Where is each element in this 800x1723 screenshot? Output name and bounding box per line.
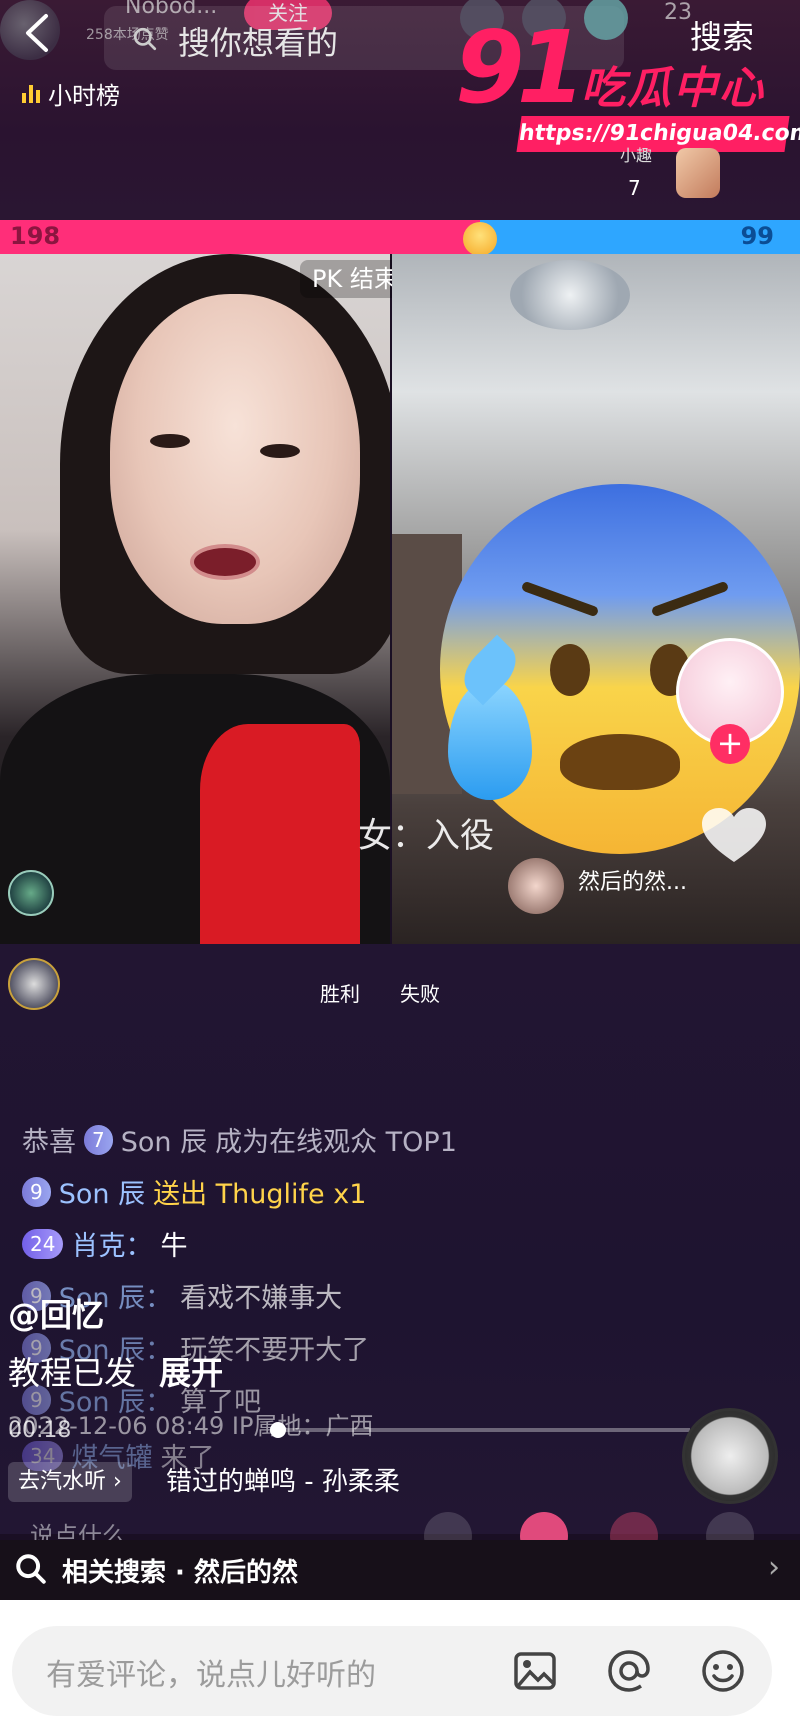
chat-message: 恭喜 7 Son 辰 成为在线观众 TOP1: [22, 1120, 457, 1159]
chat-username[interactable]: Son 辰: [59, 1172, 145, 1211]
search-placeholder: 搜你想看的: [178, 24, 339, 62]
emoji-eye: [550, 644, 590, 696]
video-then-text: 然后的然...: [578, 870, 687, 895]
hour-rank-label: 小时榜: [48, 82, 120, 110]
watermark-logo: 91 吃瓜中心 https://91chigua04.com: [455, 9, 800, 153]
streamer-face: [110, 294, 360, 624]
chat-text: 牛: [160, 1231, 188, 1262]
music-app-label: 去汽水听: [18, 1469, 107, 1494]
post-caption: 教程已发: [8, 1354, 137, 1392]
chat-username: Son 辰: [120, 1127, 208, 1158]
mention-icon[interactable]: [606, 1648, 652, 1694]
pk-outcome: 胜利 失败: [320, 978, 440, 1007]
chevron-right-icon: ›: [113, 1469, 122, 1494]
top-gift-label: 小趣: [620, 146, 653, 165]
chat-prefix: 恭喜: [22, 1127, 76, 1158]
pk-progress-bar: 198 99: [0, 220, 800, 254]
watermark-text: 吃瓜中心: [581, 63, 765, 114]
heart-icon[interactable]: [700, 806, 768, 866]
rank-bars-icon: [22, 84, 40, 103]
expand-button[interactable]: 展开: [159, 1354, 223, 1392]
pk-left-fill: [0, 220, 480, 254]
left-streamer-badge[interactable]: [8, 870, 54, 916]
search-icon: [16, 1554, 46, 1584]
comment-input[interactable]: 有爱评论，说点儿好听的: [12, 1626, 772, 1716]
music-app-link[interactable]: 去汽水听 ›: [8, 1462, 132, 1502]
pk-left-score: 198: [10, 222, 61, 250]
emoji-brow: [520, 580, 600, 618]
image-icon[interactable]: [512, 1648, 558, 1694]
chat-text: 送出 Thuglife x1: [153, 1179, 367, 1210]
left-video-feed[interactable]: [0, 254, 390, 944]
level-badge: 7: [84, 1124, 113, 1155]
level-badge: 24: [22, 1228, 64, 1259]
top-gift-image[interactable]: [676, 148, 720, 198]
guest-avatar[interactable]: [508, 858, 564, 914]
chat-text: 成为在线观众 TOP1: [215, 1127, 457, 1158]
streamer-eye: [150, 434, 190, 448]
pk-win-label: 胜利: [320, 982, 360, 1006]
post-author[interactable]: @回忆: [8, 1290, 104, 1336]
pk-face-icon: [463, 222, 497, 256]
music-title[interactable]: 错过的蝉鸣 - 孙柔柔: [166, 1462, 400, 1502]
music-disc[interactable]: [682, 1408, 778, 1504]
emoji-brow: [650, 580, 730, 618]
follow-plus-icon[interactable]: +: [710, 724, 750, 764]
watermark-url: https://91chigua04.com: [516, 116, 800, 152]
related-search-bar[interactable]: 相关搜索 · 然后的然 ›: [0, 1540, 800, 1600]
emoji-mouth: [560, 734, 680, 790]
chat-message: 24 肖克： 牛: [22, 1224, 187, 1263]
chat-text: 看戏不嫌事大: [180, 1283, 343, 1314]
hour-rank-button[interactable]: 小时榜: [22, 76, 120, 111]
post-caption-row: 教程已发 展开: [8, 1348, 223, 1394]
pk-lose-label: 失败: [400, 982, 440, 1006]
pk-right-score: 99: [740, 222, 774, 250]
level-badge: 9: [22, 1176, 51, 1207]
related-search-label: 相关搜索 · 然后的然: [62, 1558, 298, 1588]
playback-progress[interactable]: [270, 1428, 690, 1432]
user-badge-avatar[interactable]: [8, 958, 60, 1010]
chat-username[interactable]: 肖克：: [71, 1224, 152, 1263]
emoji-icon[interactable]: [700, 1648, 746, 1694]
chevron-right-icon: ›: [768, 1550, 780, 1585]
chevron-left-icon: [26, 14, 48, 52]
comment-placeholder: 有爱评论，说点儿好听的: [46, 1658, 376, 1693]
chat-message: 9 Son 辰 送出 Thuglife x1: [22, 1172, 366, 1211]
top-gift-count: 7: [628, 176, 641, 200]
streamer-mouth: [190, 544, 260, 580]
ceiling-light: [510, 260, 630, 330]
watermark-number: 91: [455, 9, 586, 126]
video-overlay-text: 女：入役: [358, 816, 494, 856]
streamer-eye: [260, 444, 300, 458]
playback-time: 00:18: [8, 1418, 72, 1443]
search-icon: [133, 27, 157, 51]
streamer-sweater: [200, 724, 360, 944]
back-button[interactable]: [18, 10, 58, 56]
